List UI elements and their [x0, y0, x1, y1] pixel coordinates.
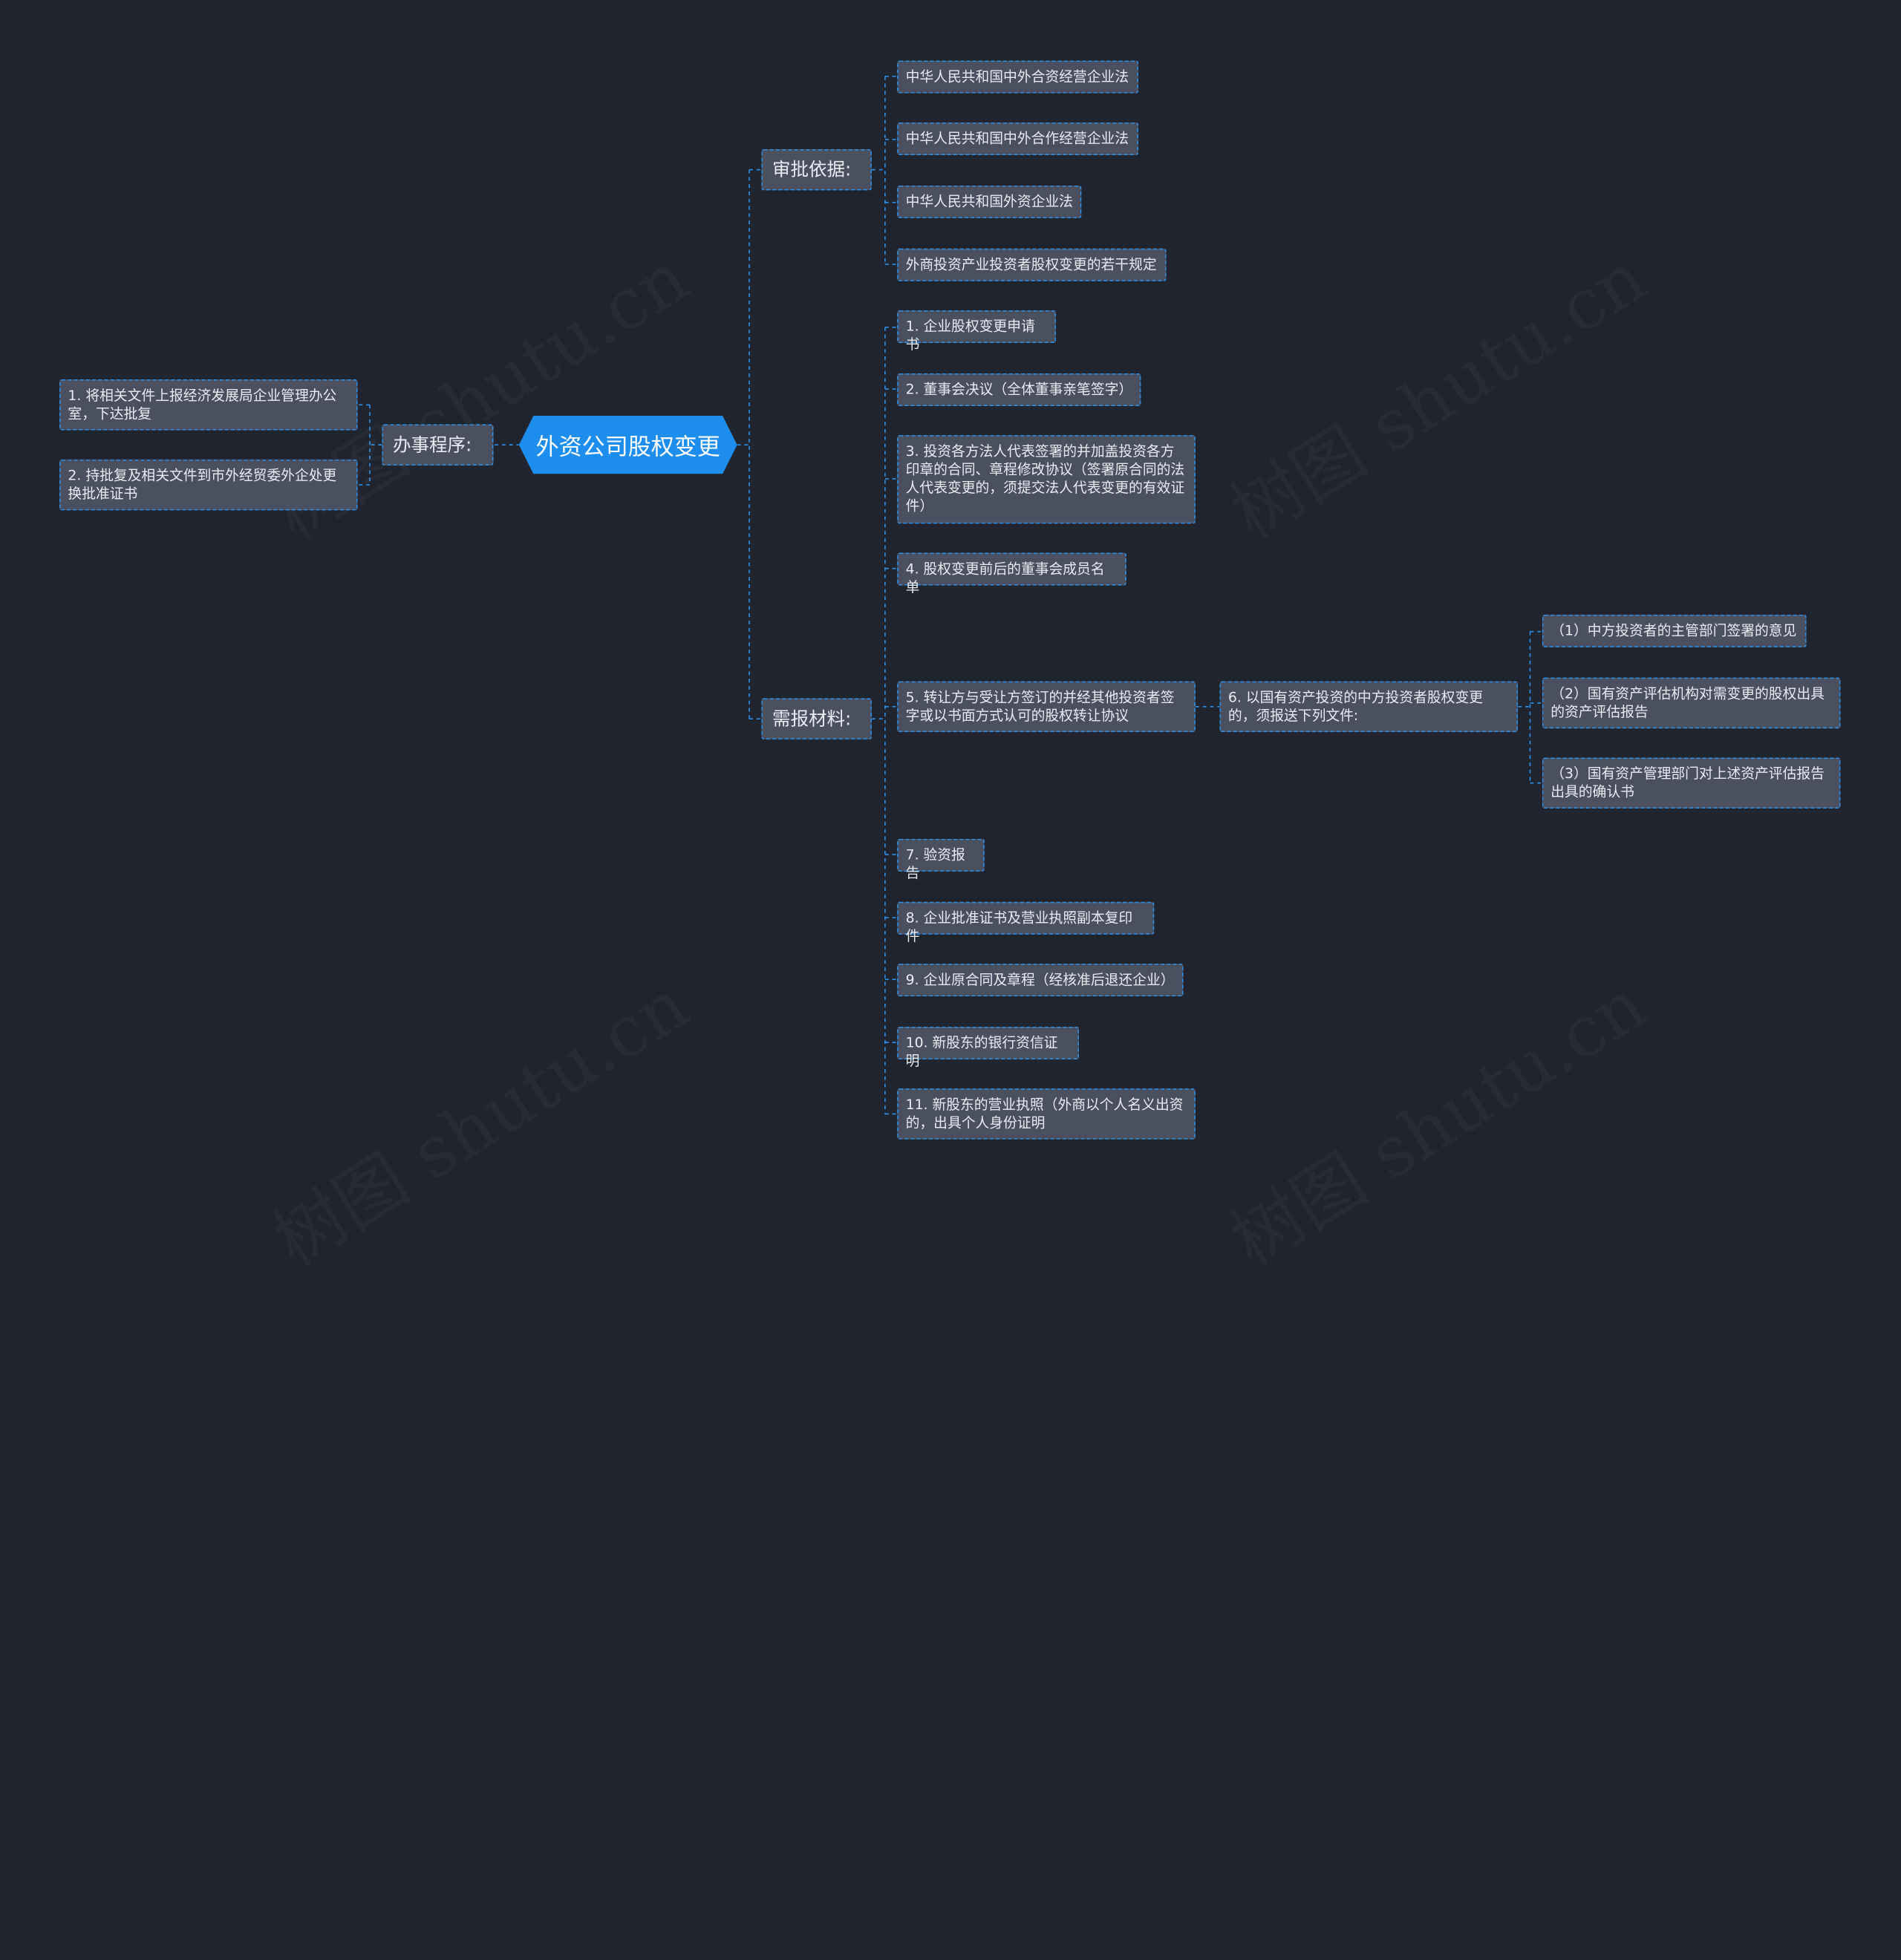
basis-item[interactable]: 中华人民共和国中外合作经营企业法	[897, 122, 1139, 155]
materials-item[interactable]: 8. 企业批准证书及营业执照副本复印件	[897, 901, 1155, 944]
procedure-item[interactable]: 1. 将相关文件上报经济发展局企业管理办公室，下达批复	[59, 379, 358, 431]
materials-subitem[interactable]: （2）国有资产评估机构对需变更的股权出具的资产评估报告	[1542, 677, 1841, 729]
branch-procedure[interactable]: 办事程序:	[382, 424, 494, 466]
materials-item[interactable]: 1. 企业股权变更申请书	[897, 310, 1057, 353]
connector-lines	[357, 76, 1542, 1115]
materials-item[interactable]: 10. 新股东的银行资信证明	[897, 1026, 1080, 1069]
materials-item[interactable]: 5. 转让方与受让方签订的并经其他投资者签字或以书面方式认可的股权转让协议	[897, 681, 1196, 733]
materials-subitem[interactable]: （3）国有资产管理部门对上述资产评估报告出具的确认书	[1542, 757, 1841, 809]
root-node[interactable]: 外资公司股权变更	[519, 416, 737, 474]
materials-item[interactable]: 2. 董事会决议（全体董事亲笔签字）	[897, 373, 1141, 406]
materials-item[interactable]: 4. 股权变更前后的董事会成员名单	[897, 552, 1126, 595]
materials-item-6[interactable]: 6. 以国有资产投资的中方投资者股权变更的，须报送下列文件:	[1219, 681, 1519, 733]
basis-item[interactable]: 中华人民共和国外资企业法	[897, 185, 1082, 218]
materials-subitem[interactable]: （1）中方投资者的主管部门签署的意见	[1542, 614, 1807, 647]
basis-item[interactable]: 外商投资产业投资者股权变更的若干规定	[897, 248, 1167, 281]
branch-materials[interactable]: 需报材料:	[761, 698, 872, 739]
basis-item[interactable]: 中华人民共和国中外合资经营企业法	[897, 60, 1139, 94]
materials-item[interactable]: 7. 验资报告	[897, 838, 985, 881]
materials-item[interactable]: 11. 新股东的营业执照（外商以个人名义出资的，出具个人身份证明	[897, 1088, 1196, 1140]
mind-map: 树图 shutu.cn 树图 shutu.cn 树图 shutu.cn 树图 s…	[0, 0, 1901, 1960]
materials-item[interactable]: 3. 投资各方法人代表签署的并加盖投资各方印章的合同、章程修改协议（签署原合同的…	[897, 435, 1196, 524]
materials-item[interactable]: 9. 企业原合同及章程（经核准后退还企业）	[897, 963, 1184, 997]
branch-basis[interactable]: 审批依据:	[761, 148, 872, 191]
procedure-item[interactable]: 2. 持批复及相关文件到市外经贸委外企处更换批准证书	[59, 459, 358, 511]
